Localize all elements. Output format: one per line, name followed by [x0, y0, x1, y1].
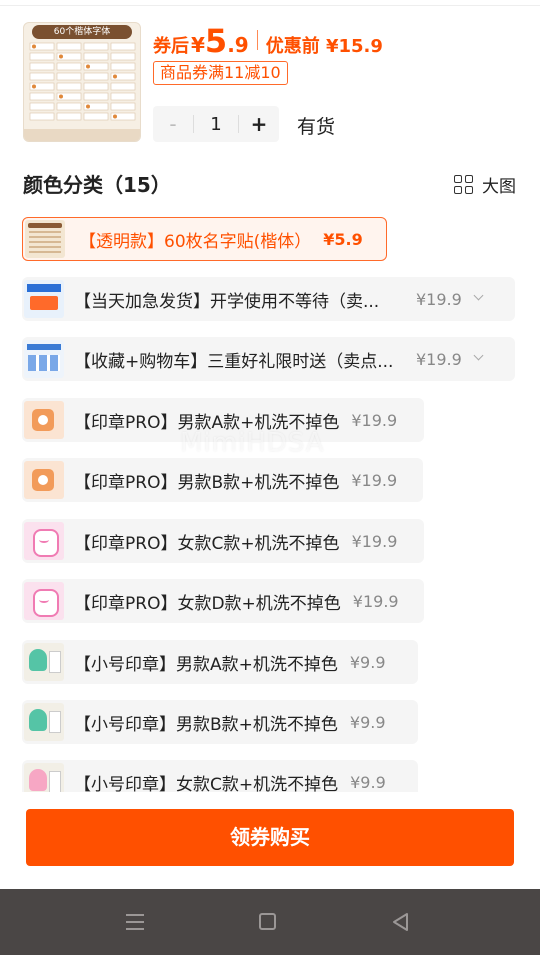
- option-price: ¥9.9: [349, 712, 386, 732]
- option-label: 【印章PRO】男款B款+机洗不掉色: [74, 472, 340, 493]
- top-edge: [0, 0, 540, 6]
- product-thumbnail[interactable]: 60个楷体字体: [23, 22, 141, 142]
- option-label: 【透明款】60枚名字贴(楷体）: [79, 231, 312, 252]
- option-label: 【小号印章】男款A款+机洗不掉色: [74, 654, 338, 675]
- thumbnail-footer-strip: [24, 129, 140, 141]
- stock-status: 有货: [297, 116, 336, 138]
- price-decimal: .9: [227, 33, 249, 57]
- system-navigation-bar: [0, 889, 540, 955]
- price-row: 券后 ¥ 5 .9 优惠前 ¥15.9: [153, 22, 383, 60]
- section-title: 颜色分类（15）: [23, 173, 171, 197]
- option-thumbnail: [24, 643, 64, 681]
- option-price: ¥19.9: [351, 410, 398, 430]
- option-list: 【透明款】60枚名字贴(楷体） ¥5.9 【当天加急发货】开学使用不等待（卖..…: [0, 215, 540, 792]
- option-thumbnail: [24, 280, 64, 318]
- option-thumbnail: [24, 340, 64, 378]
- option-thumbnail: [24, 461, 64, 499]
- option-price: ¥19.9: [416, 349, 462, 369]
- price-integer: 5: [204, 22, 228, 60]
- grid-icon: [454, 174, 474, 195]
- option-item[interactable]: 【印章PRO】女款C款+机洗不掉色 ¥19.9: [22, 519, 424, 563]
- quantity-value[interactable]: 1: [194, 114, 238, 135]
- option-label: 【印章PRO】女款D款+机洗不掉色: [74, 593, 341, 614]
- watermark: MimiHDSA: [180, 428, 325, 458]
- option-item[interactable]: 【当天加急发货】开学使用不等待（卖... ¥19.9: [22, 277, 515, 321]
- decrease-button[interactable]: -: [153, 112, 193, 136]
- option-item[interactable]: 【小号印章】女款C款+机洗不掉色 ¥9.9: [22, 760, 418, 792]
- option-thumbnail: [24, 401, 64, 439]
- option-price: ¥19.9: [352, 591, 399, 611]
- option-price: ¥5.9: [323, 229, 363, 249]
- option-price: ¥19.9: [351, 531, 398, 551]
- option-label: 【小号印章】男款B款+机洗不掉色: [74, 714, 338, 735]
- thumbnail-sticker-grid: [29, 42, 136, 121]
- option-thumbnail: [24, 522, 64, 560]
- thumbnail-title: 60个楷体字体: [32, 25, 132, 39]
- option-label: 【小号印章】女款C款+机洗不掉色: [74, 774, 339, 793]
- option-label: 【当天加急发货】开学使用不等待（卖...: [74, 291, 380, 312]
- chevron-down-icon[interactable]: [474, 294, 484, 304]
- big-view-toggle[interactable]: 大图: [454, 172, 516, 197]
- price-prefix: 券后: [153, 36, 189, 57]
- price-divider: [256, 30, 258, 50]
- option-price: ¥9.9: [349, 652, 386, 672]
- home-square-icon[interactable]: [255, 909, 281, 935]
- option-label: 【印章PRO】女款C款+机洗不掉色: [74, 533, 340, 554]
- option-item[interactable]: 【印章PRO】女款D款+机洗不掉色 ¥19.9: [22, 579, 424, 623]
- option-item[interactable]: 【印章PRO】男款B款+机洗不掉色 ¥19.9: [22, 458, 423, 502]
- chevron-down-icon[interactable]: [474, 354, 484, 364]
- option-item[interactable]: 【收藏+购物车】三重好礼限时送（卖点... ¥19.9: [22, 337, 515, 381]
- option-thumbnail: [24, 763, 64, 792]
- price-currency: ¥: [191, 33, 205, 57]
- claim-coupon-buy-button[interactable]: 领券购买: [26, 809, 514, 866]
- back-triangle-icon[interactable]: [388, 909, 414, 935]
- original-price: 优惠前 ¥15.9: [265, 36, 383, 57]
- big-view-label: 大图: [482, 177, 516, 197]
- option-thumbnail: [25, 220, 65, 258]
- option-item-selected[interactable]: 【透明款】60枚名字贴(楷体） ¥5.9: [22, 217, 387, 261]
- option-label: 【收藏+购物车】三重好礼限时送（卖点...: [74, 351, 394, 372]
- option-price: ¥19.9: [351, 470, 398, 490]
- option-thumbnail: [24, 582, 64, 620]
- quantity-stepper: - 1 +: [153, 106, 279, 142]
- increase-button[interactable]: +: [239, 112, 279, 136]
- option-item[interactable]: 【小号印章】男款A款+机洗不掉色 ¥9.9: [22, 640, 418, 684]
- option-price: ¥19.9: [416, 289, 462, 309]
- menu-icon[interactable]: [122, 909, 148, 935]
- coupon-badge: 商品券满11减10: [153, 61, 288, 85]
- option-thumbnail: [24, 703, 64, 741]
- option-price: ¥9.9: [350, 772, 386, 792]
- option-item[interactable]: 【小号印章】男款B款+机洗不掉色 ¥9.9: [22, 700, 418, 744]
